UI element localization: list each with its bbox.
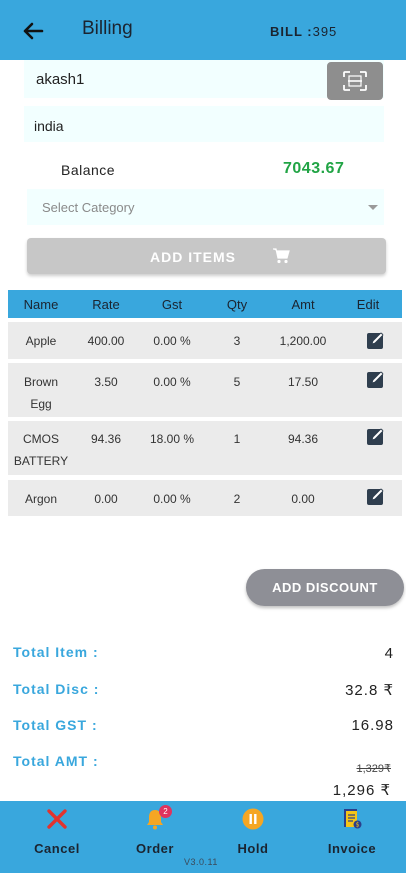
cell-name: Apple xyxy=(25,334,57,348)
column-header-rate: Rate xyxy=(92,297,120,312)
cell-name: CMOS xyxy=(23,432,59,446)
cell-name: Argon xyxy=(24,492,58,506)
cell-amt: 17.50 xyxy=(287,375,319,389)
cell-qty: 5 xyxy=(233,375,241,389)
scan-icon xyxy=(343,71,367,91)
billing-screen: Billing BILL :395 akash1 india Balance 7… xyxy=(0,0,406,873)
cancel-button[interactable]: Cancel xyxy=(17,801,97,873)
order-badge: 2 xyxy=(159,805,172,818)
category-select[interactable]: Select Category xyxy=(27,189,384,225)
balance-value: 7043.67 xyxy=(283,160,345,177)
total-amt-original: 1,329₹ xyxy=(356,763,391,775)
total-disc-value: 32.8 ₹ xyxy=(345,682,394,699)
cell-gst: 18.00 % xyxy=(149,432,195,446)
customer-country-field[interactable]: india xyxy=(24,106,384,142)
column-header-amt: Amt xyxy=(291,297,315,312)
cell-gst: 0.00 % xyxy=(153,375,191,389)
edit-icon[interactable] xyxy=(366,486,386,506)
cell-rate: 3.50 xyxy=(94,375,118,389)
app-header: Billing BILL :395 xyxy=(0,0,406,60)
column-header-edit: Edit xyxy=(356,297,380,312)
add-items-label: ADD ITEMS xyxy=(150,249,236,265)
cell-gst: 0.00 % xyxy=(153,334,191,348)
total-gst-value: 16.98 xyxy=(351,717,394,734)
table-row: Brown Egg 3.50 0.00 % 5 17.50 xyxy=(8,363,402,417)
add-items-button[interactable]: ADD ITEMS xyxy=(27,238,386,274)
cart-icon xyxy=(273,248,290,264)
column-header-qty: Qty xyxy=(226,297,248,312)
edit-icon[interactable] xyxy=(366,330,386,350)
cell-rate: 400.00 xyxy=(87,334,125,348)
pause-icon xyxy=(242,808,264,830)
bill-number: 395 xyxy=(312,24,338,39)
caret-down-icon xyxy=(368,205,378,210)
order-label: Order xyxy=(136,841,174,856)
order-button[interactable]: 2 Order xyxy=(115,801,195,873)
cell-qty: 1 xyxy=(233,432,241,446)
items-table-header: Name Rate Gst Qty Amt Edit xyxy=(8,290,402,318)
cell-gst: 0.00 % xyxy=(153,492,191,506)
cell-rate: 94.36 xyxy=(90,432,122,446)
scan-button[interactable] xyxy=(327,62,383,100)
bill-label-text: BILL : xyxy=(270,24,313,39)
column-header-name: Name xyxy=(23,297,59,312)
svg-text:$: $ xyxy=(356,822,360,829)
total-disc-label: Total Disc : xyxy=(13,681,100,697)
invoice-button[interactable]: $ Invoice xyxy=(312,801,392,873)
cell-qty: 3 xyxy=(233,334,241,348)
column-header-gst: Gst xyxy=(161,297,183,312)
cell-name: Brown xyxy=(23,375,59,389)
bill-number-label: BILL :395 xyxy=(270,24,337,39)
cell-name-line2: Egg xyxy=(30,397,52,411)
total-amt-label: Total AMT : xyxy=(13,753,99,769)
hold-label: Hold xyxy=(237,841,269,856)
total-item-value: 4 xyxy=(384,645,394,662)
cell-amt: 94.36 xyxy=(287,432,319,446)
cell-qty: 2 xyxy=(233,492,241,506)
table-row: CMOS BATTERY 94.36 18.00 % 1 94.36 xyxy=(8,421,402,475)
add-discount-button[interactable]: ADD DISCOUNT xyxy=(246,569,404,606)
cell-amt: 0.00 xyxy=(291,492,315,506)
balance-label: Balance xyxy=(61,162,116,178)
total-item-label: Total Item : xyxy=(13,644,99,660)
table-row: Argon 0.00 0.00 % 2 0.00 xyxy=(8,480,402,516)
invoice-label: Invoice xyxy=(327,841,377,856)
edit-icon[interactable] xyxy=(366,426,386,446)
table-row: Apple 400.00 0.00 % 3 1,200.00 xyxy=(8,322,402,359)
invoice-icon: $ xyxy=(344,809,362,829)
category-placeholder: Select Category xyxy=(42,200,135,215)
back-arrow-icon[interactable] xyxy=(20,18,46,44)
close-icon xyxy=(47,809,67,829)
cell-rate: 0.00 xyxy=(94,492,118,506)
cancel-label: Cancel xyxy=(34,841,80,856)
total-amt-final: 1,296 ₹ xyxy=(332,782,391,799)
edit-icon[interactable] xyxy=(366,369,386,389)
hold-button[interactable]: Hold xyxy=(213,801,293,873)
cell-name-line2: BATTERY xyxy=(13,454,69,468)
app-version: V3.0.11 xyxy=(184,857,218,867)
total-gst-label: Total GST : xyxy=(13,717,98,733)
cell-amt: 1,200.00 xyxy=(279,334,327,348)
page-title: Billing xyxy=(82,18,133,39)
